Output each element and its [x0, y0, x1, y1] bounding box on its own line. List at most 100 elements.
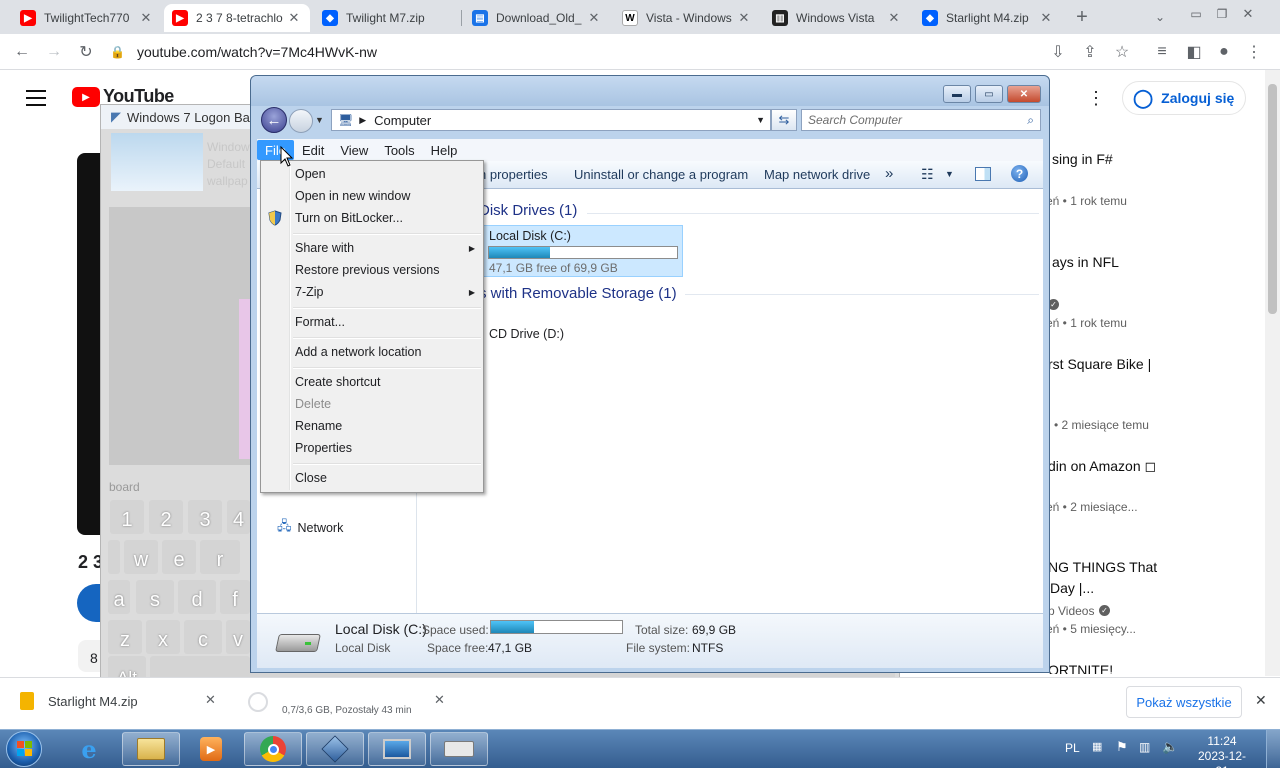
change-view-icon[interactable]: ☷	[921, 166, 934, 183]
language-indicator[interactable]: PL	[1065, 741, 1080, 755]
explorer-maximize-button[interactable]: ▭	[975, 85, 1003, 103]
reload-icon[interactable]: ↻	[74, 40, 98, 64]
address-bar[interactable]: 🔒 youtube.com/watch?v=7Mc4HWvK-nw	[110, 39, 1146, 65]
new-tab-button[interactable]: +	[1070, 5, 1094, 29]
taskbar-keyboard-app[interactable]	[430, 732, 488, 766]
taskbar-chrome[interactable]	[244, 732, 302, 766]
more-commands-icon[interactable]: »	[885, 165, 893, 182]
tab-1[interactable]: ▶ TwilightTech770 ✕	[12, 4, 162, 32]
preview-pane-icon[interactable]	[975, 167, 991, 181]
tab-7[interactable]: ◆ Starlight M4.zip ✕	[914, 4, 1062, 32]
menu-tools[interactable]: Tools	[376, 140, 422, 160]
key-1[interactable]: 1	[110, 500, 144, 534]
recent-pages-icon[interactable]: ▼	[315, 115, 324, 125]
clock[interactable]: 11:24 2023-12-21	[1194, 734, 1250, 779]
youtube-settings-icon[interactable]: ⋮	[1087, 88, 1105, 109]
key-4[interactable]: 4	[227, 500, 250, 534]
rec-title-4[interactable]: din on Amazon ◻	[1048, 458, 1156, 475]
key-z[interactable]: z	[108, 620, 142, 654]
refresh-icon[interactable]: ⇆	[771, 109, 797, 131]
address-field[interactable]: 🖥 ▶ Computer ▼	[331, 109, 771, 131]
action-center-flag-icon[interactable]: ⚑	[1116, 739, 1128, 755]
menu-item-open[interactable]: Open	[295, 164, 475, 184]
network-tray-icon[interactable]: ▥	[1139, 740, 1150, 754]
side-panel-icon[interactable]: ◧	[1182, 40, 1206, 64]
profile-icon[interactable]: ●	[1212, 40, 1236, 64]
page-scrollbar[interactable]	[1265, 70, 1280, 676]
show-desktop-button[interactable]	[1266, 730, 1280, 768]
taskbar-monitor-app[interactable]	[368, 732, 426, 766]
key-e[interactable]: e	[162, 540, 196, 574]
forward-icon[interactable]: →	[42, 40, 66, 64]
volume-icon[interactable]: 🔈	[1162, 739, 1178, 755]
close-tab-icon[interactable]: ✕	[286, 10, 302, 26]
menu-help[interactable]: Help	[423, 140, 466, 160]
close-tab-icon[interactable]: ✕	[1038, 10, 1054, 26]
menu-item-7zip[interactable]: 7-Zip ▶	[295, 282, 475, 302]
tab-6[interactable]: ▥ Windows Vista ✕	[764, 4, 910, 32]
keyboard-tray-icon[interactable]: ▦	[1092, 740, 1102, 753]
menu-item-bitlocker[interactable]: Turn on BitLocker...	[295, 208, 475, 228]
taskbar-explorer[interactable]	[122, 732, 180, 766]
key-c[interactable]: c	[184, 620, 222, 654]
install-icon[interactable]: ⇩	[1046, 40, 1070, 64]
help-icon[interactable]: ?	[1011, 165, 1028, 182]
back-icon[interactable]: ←	[10, 40, 34, 64]
start-button[interactable]	[6, 731, 42, 767]
group-header-hdd[interactable]: Disk Drives (1)	[479, 202, 577, 219]
tab-5[interactable]: W Vista - Windows ✕	[614, 4, 760, 32]
map-network-drive-button[interactable]: Map network drive	[764, 167, 870, 182]
address-dropdown-icon[interactable]: ▼	[756, 115, 765, 125]
search-input[interactable]: Search Computer ⌕	[801, 109, 1041, 131]
rec-title-6[interactable]: ORTNITE!	[1048, 662, 1113, 674]
key-f[interactable]: f	[220, 580, 250, 614]
explorer-minimize-button[interactable]: ▬	[943, 85, 971, 103]
menu-item-delete[interactable]: Delete	[295, 394, 475, 414]
search-icon[interactable]: ⌕	[1027, 113, 1034, 128]
menu-item-add-network-location[interactable]: Add a network location	[295, 342, 475, 362]
close-tab-icon[interactable]: ✕	[886, 10, 902, 26]
menu-item-close[interactable]: Close	[295, 468, 475, 488]
hamburger-menu-icon[interactable]	[26, 90, 46, 106]
menu-item-restore-versions[interactable]: Restore previous versions	[295, 260, 475, 280]
key-v[interactable]: v	[226, 620, 250, 654]
tab-2-active[interactable]: ▶ 2 3 7 8-tetrachlo ✕	[164, 4, 310, 32]
close-window-icon[interactable]: ✕	[1236, 2, 1260, 26]
key-tab[interactable]	[108, 540, 120, 574]
taskbar-virtualbox[interactable]	[306, 732, 364, 766]
key-3[interactable]: 3	[188, 500, 222, 534]
media-icon[interactable]: ≡	[1150, 40, 1174, 64]
show-all-downloads-button[interactable]: Pokaż wszystkie	[1126, 686, 1242, 718]
tab-4[interactable]: ▤ Download_Old_ ✕	[464, 4, 610, 32]
download-close-icon[interactable]: ✕	[205, 692, 216, 708]
video-player-edge[interactable]	[77, 153, 101, 535]
menu-item-rename[interactable]: Rename	[295, 416, 475, 436]
menu-item-create-shortcut[interactable]: Create shortcut	[295, 372, 475, 392]
view-dropdown-icon[interactable]: ▼	[945, 169, 954, 179]
explorer-close-button[interactable]: ✕	[1007, 85, 1041, 103]
key-a[interactable]: a	[108, 580, 130, 614]
bookmark-star-icon[interactable]: ☆	[1110, 40, 1134, 64]
back-arrow-icon[interactable]: ←	[261, 107, 287, 133]
drive-d-item[interactable]: CD Drive (D:)	[489, 327, 564, 341]
key-x[interactable]: x	[146, 620, 180, 654]
scrollbar-thumb[interactable]	[1268, 84, 1277, 314]
system-properties-button[interactable]: h properties	[479, 167, 548, 182]
key-r[interactable]: r	[200, 540, 240, 574]
menu-item-format[interactable]: Format...	[295, 312, 475, 332]
close-downloads-bar-icon[interactable]: ✕	[1255, 692, 1267, 709]
share-icon[interactable]: ⇪	[1078, 40, 1102, 64]
minimize-icon[interactable]: ▭	[1184, 2, 1208, 26]
key-2[interactable]: 2	[149, 500, 183, 534]
wallpaper-thumbnail[interactable]	[111, 133, 203, 191]
taskbar-media-player[interactable]: ▶	[182, 732, 240, 766]
drive-c-tile[interactable]: Local Disk (C:) 47,1 GB free of 69,9 GB	[481, 225, 683, 277]
close-tab-icon[interactable]: ✕	[586, 10, 602, 26]
menu-item-properties[interactable]: Properties	[295, 438, 475, 458]
tab-search-icon[interactable]: ⌄	[1148, 5, 1172, 29]
uninstall-program-button[interactable]: Uninstall or change a program	[574, 167, 748, 182]
explorer-titlebar[interactable]: ▬ ▭ ✕	[251, 76, 1049, 106]
key-s[interactable]: s	[136, 580, 174, 614]
key-d[interactable]: d	[178, 580, 216, 614]
menu-view[interactable]: View	[332, 140, 376, 160]
